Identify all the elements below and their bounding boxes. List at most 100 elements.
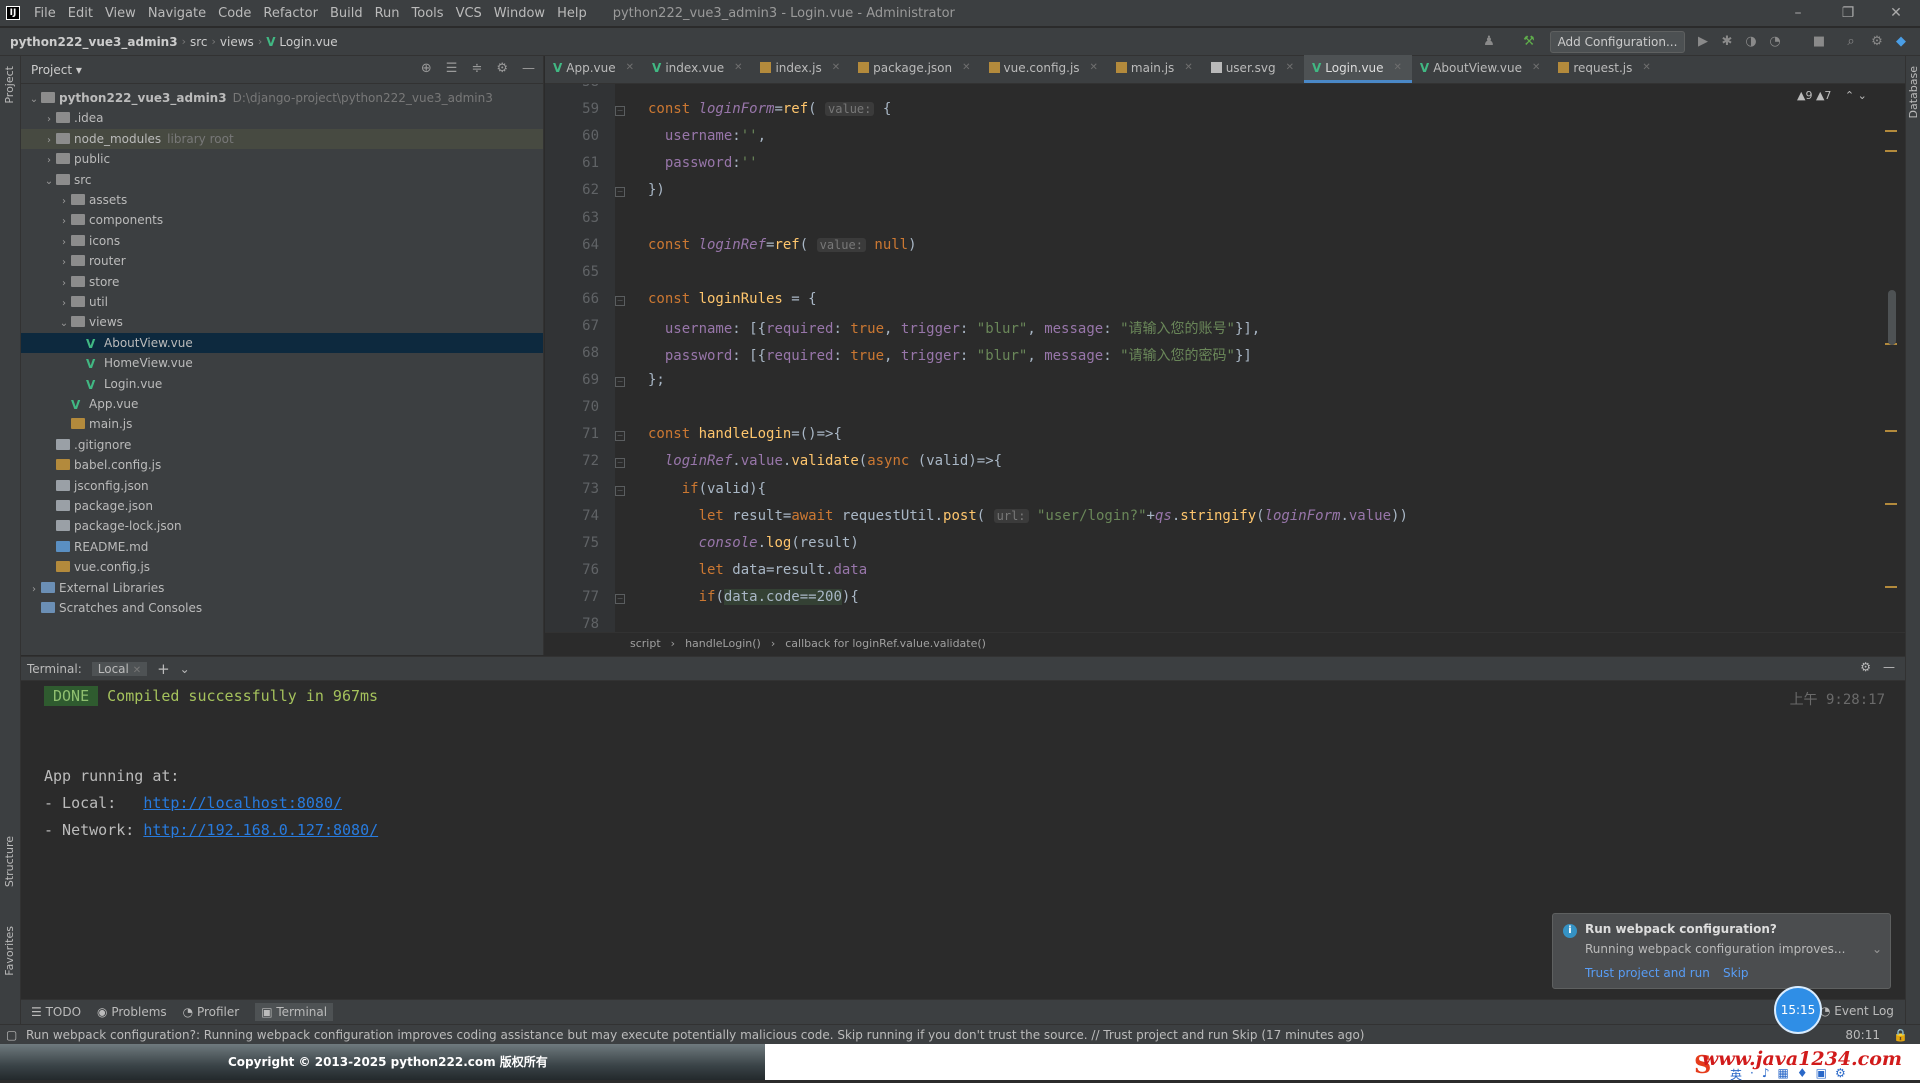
tab-aboutview-vue[interactable]: V AboutView.vue ✕ [1412, 55, 1550, 83]
close-icon[interactable]: ✕ [133, 665, 141, 676]
status-message[interactable]: Run webpack configuration?: Running webp… [26, 1025, 1364, 1045]
coverage-icon[interactable]: ◑ [1742, 33, 1760, 51]
code-line[interactable]: const loginRules = { [648, 291, 817, 307]
fold-icon[interactable]: − [615, 295, 625, 306]
tree-item[interactable]: vue.config.js [21, 557, 543, 577]
menu-window[interactable]: Window [488, 6, 551, 21]
tree-item[interactable]: package-lock.json [21, 516, 543, 536]
tree-item[interactable]: .gitignore [21, 435, 543, 455]
fold-icon[interactable]: − [615, 431, 625, 442]
tree-item[interactable]: › .idea [21, 108, 543, 128]
jetbrains-icon[interactable]: ◆ [1892, 33, 1910, 51]
tree-item[interactable]: ⌄ views [21, 312, 543, 332]
local-url-link[interactable]: http://localhost:8080/ [143, 794, 342, 812]
stripe-mark[interactable] [1885, 586, 1897, 588]
event-log-button[interactable]: ◔ Event Log [1820, 1004, 1894, 1018]
collapse-all-icon[interactable]: ≑ [471, 61, 482, 76]
gear-icon[interactable]: ⚙ [1868, 33, 1886, 51]
breadcrumb-project[interactable]: python222_vue3_admin3 [0, 35, 182, 49]
tree-item[interactable]: Scratches and Consoles [21, 598, 543, 618]
structure-tool-button[interactable]: Structure [3, 836, 16, 887]
expand-arrow-icon[interactable]: › [42, 131, 56, 151]
code-line[interactable]: }) [648, 182, 665, 198]
tab-user-svg[interactable]: user.svg ✕ [1203, 55, 1304, 83]
close-icon[interactable]: ✕ [1090, 62, 1098, 73]
close-icon[interactable]: ✕ [734, 62, 742, 73]
code-line[interactable]: }; [648, 372, 665, 388]
project-tool-button[interactable]: Project [3, 66, 16, 104]
code-line[interactable]: password: [{required: true, trigger: "bl… [648, 345, 1252, 365]
expand-arrow-icon[interactable]: › [27, 580, 41, 600]
menu-refactor[interactable]: Refactor [257, 6, 324, 21]
hide-icon[interactable]: — [522, 61, 535, 76]
code-line[interactable]: loginRef.value.validate(async (valid)=>{ [648, 453, 1002, 469]
expand-arrow-icon[interactable]: ⌄ [57, 314, 71, 334]
code-line[interactable]: username:'', [648, 128, 766, 144]
tree-item[interactable]: › assets [21, 190, 543, 210]
code-crumb-script[interactable]: script [630, 637, 661, 650]
close-icon[interactable]: ✕ [1642, 62, 1650, 73]
chevron-down-icon[interactable]: ⌄ [180, 662, 190, 676]
fold-icon[interactable]: − [615, 187, 625, 198]
profile-icon[interactable]: ◔ [1766, 33, 1784, 51]
expand-arrow-icon[interactable]: › [42, 110, 56, 130]
close-icon[interactable]: ✕ [1286, 62, 1294, 73]
tray-icon[interactable]: ♪ [1762, 1066, 1770, 1083]
problems-tool-button[interactable]: ◉ Problems [97, 1005, 167, 1019]
favorites-tool-button[interactable]: Favorites [3, 926, 16, 976]
expand-arrow-icon[interactable]: › [57, 233, 71, 253]
caret-position[interactable]: 80:11 [1845, 1025, 1880, 1045]
debug-icon[interactable]: ✱ [1718, 33, 1736, 51]
menu-tools[interactable]: Tools [406, 6, 450, 21]
menu-view[interactable]: View [99, 6, 142, 21]
breadcrumb-views[interactable]: views [216, 35, 258, 49]
menu-file[interactable]: File [28, 6, 62, 21]
menu-build[interactable]: Build [324, 6, 369, 21]
terminal-tab-local[interactable]: Local ✕ [91, 661, 148, 676]
stripe-mark[interactable] [1885, 150, 1897, 152]
tree-item[interactable]: README.md [21, 537, 543, 557]
profiler-tool-button[interactable]: ◔ Profiler [183, 1005, 240, 1019]
fold-icon[interactable]: − [615, 485, 625, 496]
user-icon[interactable]: ♟ [1480, 33, 1498, 51]
code-crumb-function[interactable]: handleLogin() [685, 637, 761, 650]
expand-arrow-icon[interactable]: ⌄ [27, 90, 41, 110]
tab-request-js[interactable]: request.js ✕ [1550, 55, 1660, 83]
menu-run[interactable]: Run [369, 6, 406, 21]
chevron-down-icon[interactable]: ⌄ [1858, 89, 1867, 102]
expand-arrow-icon[interactable]: › [57, 192, 71, 212]
tab-index-js[interactable]: index.js ✕ [752, 55, 850, 83]
close-icon[interactable]: ✕ [626, 62, 634, 73]
tree-item[interactable]: babel.config.js [21, 455, 543, 475]
code-line[interactable]: console.log(result) [648, 535, 859, 551]
close-icon[interactable]: ✕ [1532, 62, 1540, 73]
tree-item[interactable]: ⌄ python222_vue3_admin3 D:\django-project\… [21, 88, 543, 108]
tree-item[interactable]: V HomeView.vue [21, 353, 543, 373]
status-toggle-icon[interactable]: ▢ [6, 1025, 17, 1045]
tab-app-vue[interactable]: V App.vue ✕ [545, 55, 644, 83]
tray-icon[interactable]: · [1750, 1066, 1754, 1083]
fold-icon[interactable]: − [615, 458, 625, 469]
stripe-mark[interactable] [1885, 130, 1897, 132]
code-line[interactable]: const loginRef=ref( value: null) [648, 237, 917, 253]
tree-item[interactable]: › util [21, 292, 543, 312]
breadcrumb-src[interactable]: src [186, 35, 212, 49]
stripe-mark[interactable] [1885, 503, 1897, 505]
fold-icon[interactable]: − [615, 377, 625, 388]
chevron-up-icon[interactable]: ⌃ [1845, 89, 1854, 102]
add-configuration-button[interactable]: Add Configuration... [1550, 31, 1685, 53]
menu-code[interactable]: Code [212, 6, 257, 21]
close-icon[interactable]: ✕ [1184, 62, 1192, 73]
tree-item[interactable]: › node_modules library root [21, 128, 543, 151]
tray-icon[interactable]: ⚙ [1835, 1066, 1846, 1083]
tree-item[interactable]: jsconfig.json [21, 476, 543, 496]
expand-arrow-icon[interactable]: › [57, 294, 71, 314]
expand-all-icon[interactable]: ☰ [446, 61, 458, 76]
expand-arrow-icon[interactable]: ⌄ [42, 172, 56, 192]
code-line[interactable]: const handleLogin=()=>{ [648, 426, 842, 442]
tab-main-js[interactable]: main.js ✕ [1108, 55, 1203, 83]
code-line[interactable]: let result=await requestUtil.post( url: … [648, 508, 1408, 524]
menu-edit[interactable]: Edit [62, 6, 99, 21]
gear-icon[interactable]: ⚙ [496, 61, 508, 76]
gear-icon[interactable]: ⚙ [1860, 660, 1871, 674]
